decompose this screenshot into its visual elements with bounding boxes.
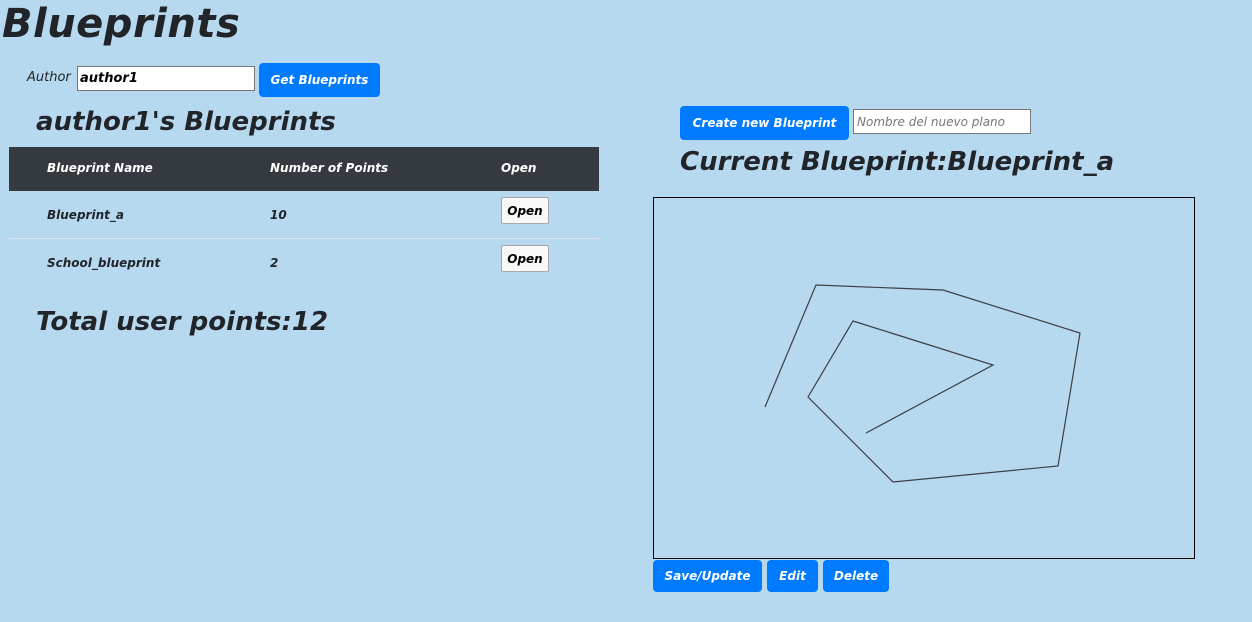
blueprints-table: Blueprint Name Number of Points Open Blu…: [9, 147, 599, 287]
total-points: Total user points:12: [36, 303, 328, 341]
total-points-value: 12: [291, 307, 329, 337]
total-points-label: Total user points:: [36, 307, 292, 337]
blueprint-points-cell: 10: [270, 208, 287, 222]
author-input[interactable]: [77, 66, 255, 91]
open-blueprint-button[interactable]: Open: [501, 245, 549, 272]
current-blueprint-label: Current Blueprint:: [680, 147, 948, 177]
blueprint-drawing: [764, 284, 1081, 483]
get-blueprints-button[interactable]: Get Blueprints: [259, 63, 380, 97]
delete-button[interactable]: Delete: [823, 560, 889, 592]
column-header-points: Number of Points: [270, 161, 389, 175]
blueprint-points-cell: 2: [270, 256, 279, 270]
create-blueprint-button[interactable]: Create new Blueprint: [680, 106, 849, 140]
column-header-name: Blueprint Name: [47, 161, 153, 175]
edit-button[interactable]: Edit: [767, 560, 818, 592]
table-row: School_blueprint 2 Open: [9, 239, 599, 287]
blueprint-name-cell: Blueprint_a: [47, 208, 124, 222]
blueprint-canvas[interactable]: [653, 197, 1195, 559]
current-blueprint-title: Current Blueprint:Blueprint_a: [680, 143, 1114, 181]
page-title: Blueprints: [2, 1, 241, 47]
open-blueprint-button[interactable]: Open: [501, 197, 549, 224]
current-blueprint-name: Blueprint_a: [947, 147, 1115, 177]
save-update-button[interactable]: Save/Update: [653, 560, 762, 592]
new-blueprint-name-input[interactable]: [853, 109, 1031, 134]
blueprint-name-cell: School_blueprint: [47, 256, 161, 270]
table-row: Blueprint_a 10 Open: [9, 191, 599, 239]
blueprint-polyline: [764, 284, 1081, 483]
author-label: Author: [27, 70, 71, 85]
table-header: Blueprint Name Number of Points Open: [9, 147, 599, 191]
blueprints-heading: author1's Blueprints: [36, 107, 336, 137]
column-header-open: Open: [501, 161, 537, 175]
